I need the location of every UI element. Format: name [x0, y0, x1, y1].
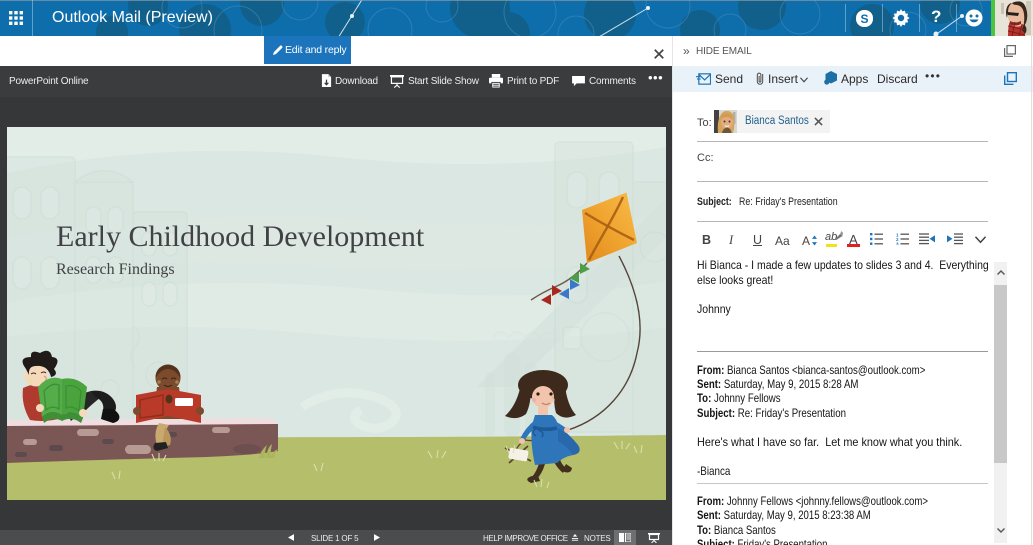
svg-text:Research Findings: Research Findings — [56, 261, 175, 278]
svg-text:3: 3 — [896, 241, 899, 245]
svg-text:S: S — [860, 12, 868, 26]
svg-text:Early Childhood Development: Early Childhood Development — [56, 220, 425, 253]
